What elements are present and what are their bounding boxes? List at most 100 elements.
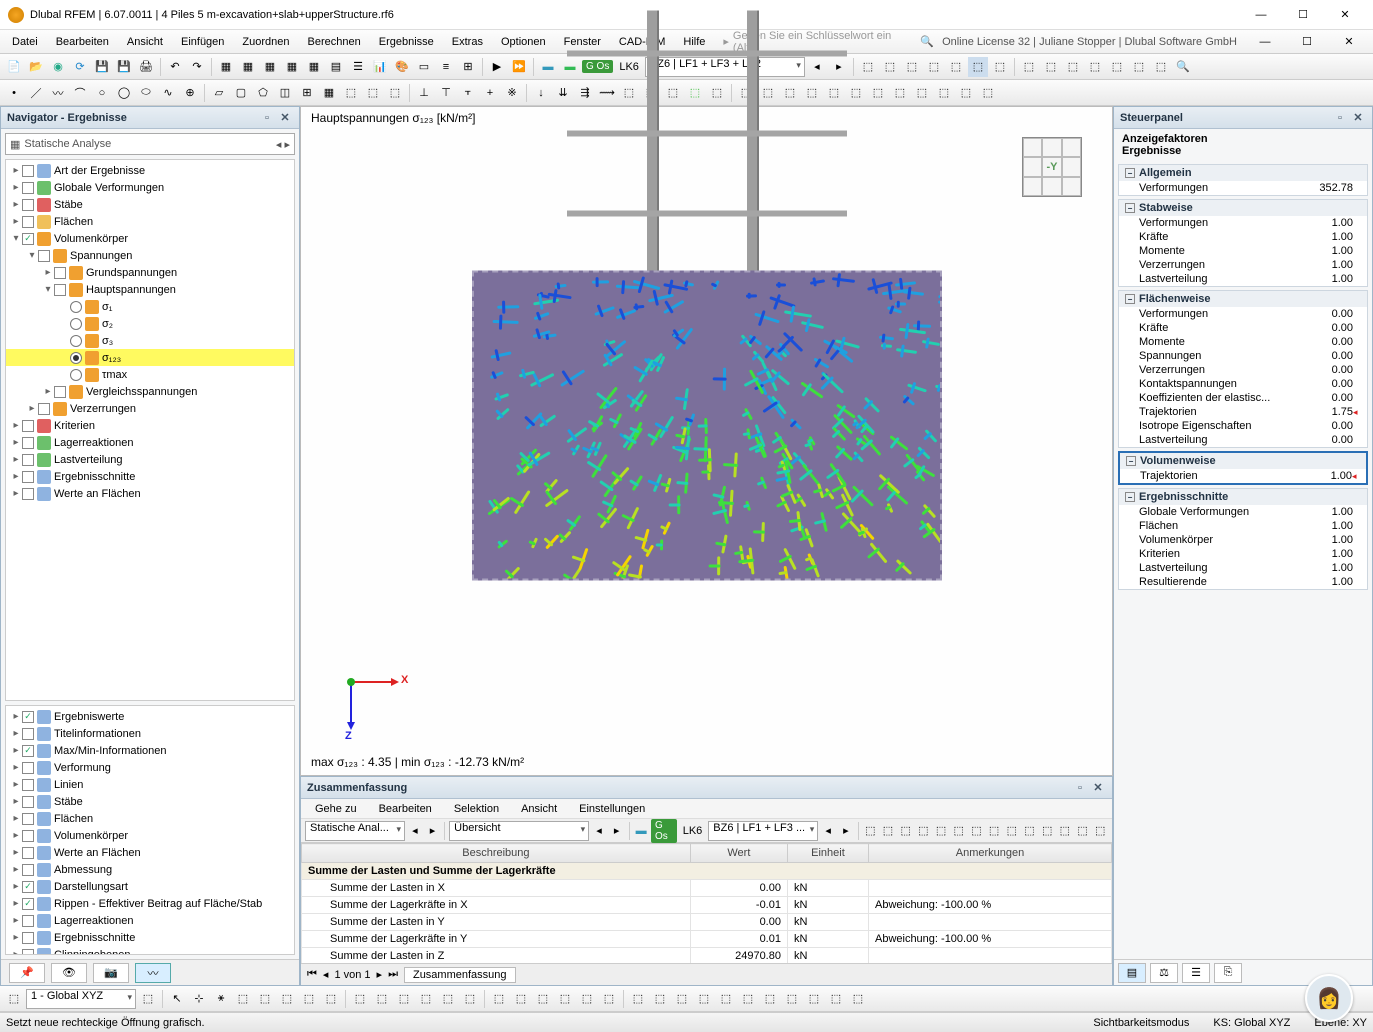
tb2-8[interactable]: ∿ <box>158 83 178 103</box>
menu-optionen[interactable]: Optionen <box>493 34 554 50</box>
tb2-11[interactable]: ▢ <box>231 83 251 103</box>
tree-item[interactable]: ▸Ergebnisschnitte <box>6 468 294 485</box>
tb2-26[interactable]: ⇶ <box>575 83 595 103</box>
th-anm[interactable]: Anmerkungen <box>868 844 1111 863</box>
tb3-10[interactable]: ⬚ <box>321 989 341 1009</box>
grid1-icon[interactable]: ▦ <box>216 57 236 77</box>
display-item[interactable]: ▸Stäbe <box>6 793 294 810</box>
factor-row[interactable]: Spannungen0.00 <box>1119 349 1367 363</box>
bp-bearbeiten[interactable]: Bearbeiten <box>375 802 436 816</box>
prev-icon[interactable]: ◂ <box>807 57 827 77</box>
summary-table[interactable]: Beschreibung Wert Einheit Anmerkungen Su… <box>301 843 1112 963</box>
save-icon[interactable]: 💾 <box>92 57 112 77</box>
viewport-3d[interactable]: Hauptspannungen σ₁₂₃ [kN/m²] -Y <box>300 106 1113 776</box>
bp-combo2[interactable]: Übersicht <box>449 821 589 841</box>
tb2-20[interactable]: ⊤ <box>436 83 456 103</box>
factor-row[interactable]: Trajektorien1.00◂ <box>1120 469 1366 483</box>
tb3-21[interactable]: ⬚ <box>577 989 597 1009</box>
tb3-3[interactable]: ↖ <box>167 989 187 1009</box>
tb2-30[interactable]: ⬚ <box>663 83 683 103</box>
bp-next[interactable]: ▸ <box>425 821 441 841</box>
b-icon[interactable]: ⬚ <box>880 57 900 77</box>
bp-next2[interactable]: ▸ <box>609 821 625 841</box>
assistant-avatar[interactable]: 👩 <box>1305 974 1353 1022</box>
factor-row[interactable]: Globale Verformungen1.00 <box>1119 505 1367 519</box>
footer-tab[interactable]: Zusammenfassung <box>404 967 516 983</box>
tb2-27[interactable]: ⟿ <box>597 83 617 103</box>
tb2-43[interactable]: ⬚ <box>956 83 976 103</box>
refresh-icon[interactable]: ⟳ <box>70 57 90 77</box>
run-icon[interactable]: ▶ <box>487 57 507 77</box>
tb3-27[interactable]: ⬚ <box>716 989 736 1009</box>
f-icon[interactable]: ⬚ <box>968 57 988 77</box>
summary-pin-icon[interactable]: ▫ <box>1072 780 1088 796</box>
factor-row[interactable]: Resultierende1.00 <box>1119 575 1367 589</box>
display-item[interactable]: ▸✓Darstellungsart <box>6 878 294 895</box>
tb2-32[interactable]: ⬚ <box>707 83 727 103</box>
close-panel-icon[interactable]: ✕ <box>277 110 293 126</box>
i-icon[interactable]: ⬚ <box>1041 57 1061 77</box>
tb3-15[interactable]: ⬚ <box>438 989 458 1009</box>
tb2-16[interactable]: ⬚ <box>341 83 361 103</box>
table-icon[interactable]: ▤ <box>326 57 346 77</box>
tb2-28[interactable]: ⬚ <box>619 83 639 103</box>
list-icon[interactable]: ☰ <box>348 57 368 77</box>
page-last-icon[interactable]: ⏭ <box>388 968 398 981</box>
n-icon[interactable]: ⬚ <box>1151 57 1171 77</box>
bp-selektion[interactable]: Selektion <box>450 802 503 816</box>
rptab-1[interactable]: ▤ <box>1118 963 1146 983</box>
page-first-icon[interactable]: ⏮ <box>307 968 317 981</box>
tb2-7[interactable]: ⬭ <box>136 83 156 103</box>
tb3-16[interactable]: ⬚ <box>460 989 480 1009</box>
display-item[interactable]: ▸Lagerreaktionen <box>6 912 294 929</box>
tb3-19[interactable]: ⬚ <box>533 989 553 1009</box>
bp-t7[interactable]: ⬚ <box>969 821 985 841</box>
a-icon[interactable]: ⬚ <box>858 57 878 77</box>
grid3-icon[interactable]: ▦ <box>260 57 280 77</box>
bp-next3[interactable]: ▸ <box>838 821 854 841</box>
l-icon[interactable]: ⬚ <box>1107 57 1127 77</box>
factor-row[interactable]: Verformungen1.00 <box>1119 216 1367 230</box>
pin-icon[interactable]: ▫ <box>259 110 275 126</box>
th-einheit[interactable]: Einheit <box>787 844 868 863</box>
result-tree[interactable]: ▸Art der Ergebnisse▸Globale Verformungen… <box>5 159 295 701</box>
tree-item[interactable]: ▾Spannungen <box>6 247 294 264</box>
tb3-13[interactable]: ⬚ <box>394 989 414 1009</box>
tb2-25[interactable]: ⇊ <box>553 83 573 103</box>
close-button[interactable]: ✕ <box>1325 2 1365 28</box>
factor-row[interactable]: Kriterien1.00 <box>1119 547 1367 561</box>
bp-vis1[interactable]: ▬ <box>633 821 649 841</box>
tree-item[interactable]: ▾✓Volumenkörper <box>6 230 294 247</box>
tb3-6[interactable]: ⬚ <box>233 989 253 1009</box>
tree-item[interactable]: σ₁₂₃ <box>6 349 294 366</box>
d-icon[interactable]: ⬚ <box>924 57 944 77</box>
cube-face[interactable]: -Y <box>1042 157 1061 176</box>
group-header[interactable]: −Stabweise <box>1119 200 1367 216</box>
tb2-17[interactable]: ⬚ <box>363 83 383 103</box>
factor-row[interactable]: Volumenkörper1.00 <box>1119 533 1367 547</box>
group-icon[interactable]: ⊞ <box>458 57 478 77</box>
tb2-36[interactable]: ⬚ <box>802 83 822 103</box>
bp-t14[interactable]: ⬚ <box>1092 821 1108 841</box>
tree-item[interactable]: ▸Stäbe <box>6 196 294 213</box>
tb2-1[interactable]: • <box>4 83 24 103</box>
factor-row[interactable]: Kräfte0.00 <box>1119 321 1367 335</box>
tb2-6[interactable]: ◯ <box>114 83 134 103</box>
tb2-40[interactable]: ⬚ <box>890 83 910 103</box>
bp-gehezu[interactable]: Gehe zu <box>311 802 361 816</box>
menu-cadbim[interactable]: CAD-BIM <box>611 34 673 50</box>
th-desc[interactable]: Beschreibung <box>302 844 691 863</box>
bp-t4[interactable]: ⬚ <box>916 821 932 841</box>
factor-row[interactable]: Verzerrungen1.00 <box>1119 258 1367 272</box>
tb2-2[interactable]: ／ <box>26 83 46 103</box>
tree-item[interactable]: σ₃ <box>6 332 294 349</box>
tb3-23[interactable]: ⬚ <box>628 989 648 1009</box>
tb2-9[interactable]: ⊕ <box>180 83 200 103</box>
display-item[interactable]: ▸Werte an Flächen <box>6 844 294 861</box>
tb3-7[interactable]: ⬚ <box>255 989 275 1009</box>
tb3-5[interactable]: ⚹ <box>211 989 231 1009</box>
tb3-33[interactable]: ⬚ <box>848 989 868 1009</box>
menu-datei[interactable]: Datei <box>4 34 46 50</box>
chart-icon[interactable]: 📊 <box>370 57 390 77</box>
table-row[interactable]: Summe der Lagerkräfte in X-0.01kNAbweich… <box>302 897 1112 914</box>
